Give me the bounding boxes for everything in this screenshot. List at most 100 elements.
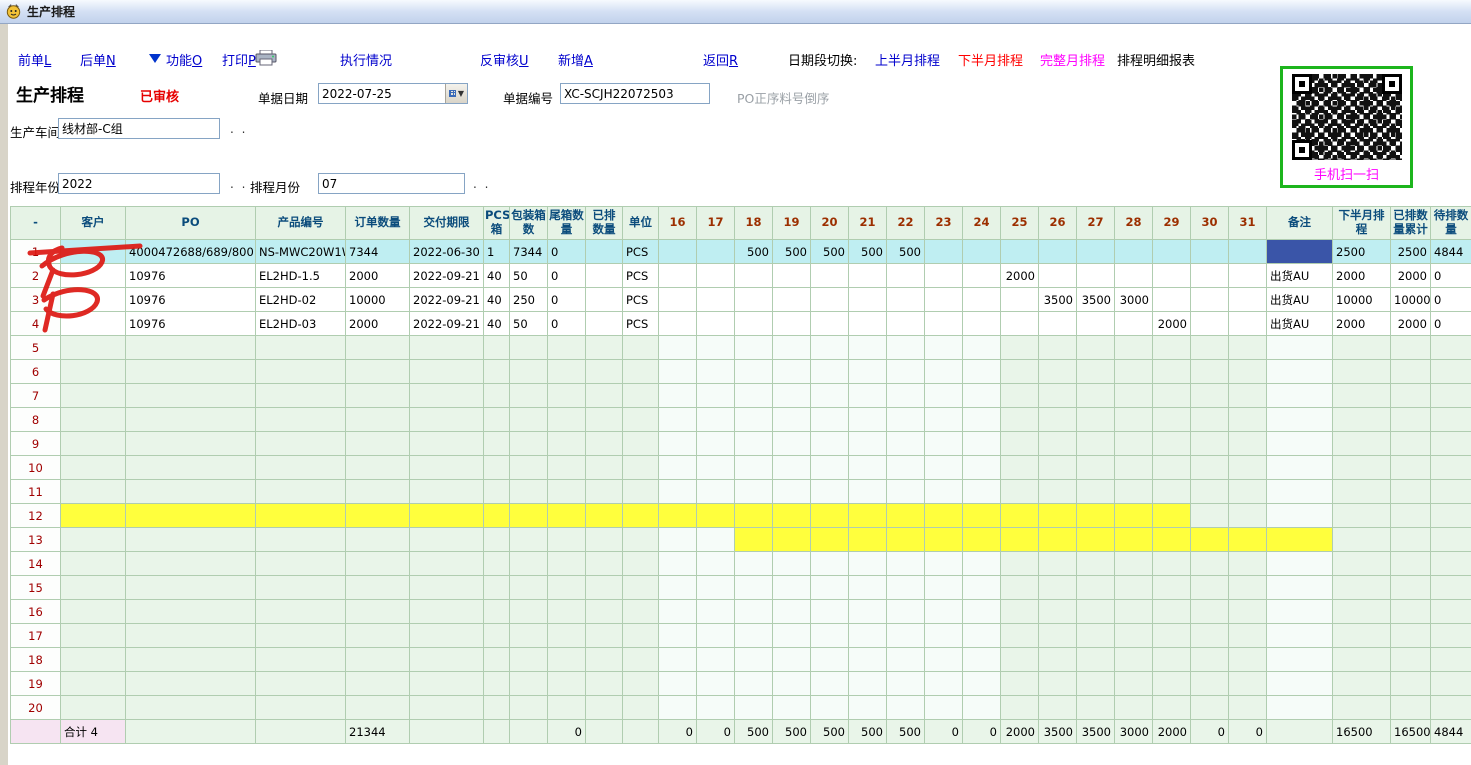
cell-second-half[interactable] (1333, 384, 1391, 408)
cell-pending[interactable] (1431, 432, 1471, 456)
cell-cumulative[interactable] (1391, 360, 1431, 384)
cell-po[interactable] (126, 528, 256, 552)
cell-day-26[interactable] (1039, 600, 1077, 624)
cell-pending[interactable] (1431, 600, 1471, 624)
cell-day-29[interactable] (1153, 336, 1191, 360)
cell-day-21[interactable] (849, 288, 887, 312)
cell-day-31[interactable] (1229, 360, 1267, 384)
cell-due-date[interactable] (410, 432, 484, 456)
cell-day-19[interactable] (773, 264, 811, 288)
cell-day-21[interactable] (849, 624, 887, 648)
cell-day-16[interactable] (659, 504, 697, 528)
cell-order-qty[interactable] (346, 672, 410, 696)
workshop-input[interactable]: 线材部-C组 (58, 118, 220, 139)
cell-day-26[interactable] (1039, 624, 1077, 648)
cell-unit[interactable] (623, 696, 659, 720)
cell-day-30[interactable] (1191, 552, 1229, 576)
cell-day-30[interactable] (1191, 528, 1229, 552)
cell-product[interactable] (256, 336, 346, 360)
cell-day-28[interactable] (1115, 360, 1153, 384)
cell-day-18[interactable] (735, 432, 773, 456)
cell-day-30[interactable] (1191, 648, 1229, 672)
cell-box-qty[interactable] (510, 480, 548, 504)
cell-customer[interactable] (61, 552, 126, 576)
cell-day-19[interactable] (773, 696, 811, 720)
cell-po[interactable] (126, 456, 256, 480)
cell-day-25[interactable] (1001, 576, 1039, 600)
cell-scheduled-qty[interactable] (586, 600, 623, 624)
cell-product[interactable] (256, 672, 346, 696)
cell-pending[interactable] (1431, 456, 1471, 480)
cell-day-25[interactable] (1001, 600, 1039, 624)
cell-tail-box-qty[interactable] (548, 336, 586, 360)
cell-product[interactable] (256, 552, 346, 576)
cell-day-19[interactable] (773, 672, 811, 696)
cell-day-27[interactable] (1077, 408, 1115, 432)
cell-day-25[interactable] (1001, 240, 1039, 264)
cell-day-21[interactable] (849, 480, 887, 504)
cell-day-17[interactable] (697, 288, 735, 312)
cell-day-17[interactable] (697, 336, 735, 360)
cell-second-half[interactable] (1333, 600, 1391, 624)
cell-day-20[interactable] (811, 312, 849, 336)
cell-remark[interactable] (1267, 600, 1333, 624)
cell-day-27[interactable] (1077, 552, 1115, 576)
cell-rownum[interactable]: 5 (11, 336, 61, 360)
cell-customer[interactable] (61, 480, 126, 504)
cell-second-half[interactable] (1333, 360, 1391, 384)
cell-order-qty[interactable] (346, 528, 410, 552)
cell-pending[interactable] (1431, 528, 1471, 552)
cell-pending[interactable] (1431, 672, 1471, 696)
cell-day-22[interactable] (887, 696, 925, 720)
period-second-half[interactable]: 下半月排程 (958, 50, 1023, 69)
cell-remark[interactable] (1267, 408, 1333, 432)
cell-day-31[interactable] (1229, 552, 1267, 576)
cell-scheduled-qty[interactable] (586, 360, 623, 384)
cell-day-24[interactable] (963, 480, 1001, 504)
cell-day-23[interactable] (925, 264, 963, 288)
cell-pending[interactable] (1431, 384, 1471, 408)
cell-day-28[interactable] (1115, 264, 1153, 288)
cell-day-27[interactable] (1077, 360, 1115, 384)
cell-day-18[interactable] (735, 648, 773, 672)
cell-day-22[interactable] (887, 264, 925, 288)
cell-day-16[interactable] (659, 312, 697, 336)
cell-day-25[interactable] (1001, 672, 1039, 696)
cell-day-22[interactable] (887, 480, 925, 504)
cell-order-qty[interactable] (346, 504, 410, 528)
cell-day-29[interactable] (1153, 480, 1191, 504)
cell-scheduled-qty[interactable] (586, 432, 623, 456)
cell-po[interactable]: 10976 (126, 312, 256, 336)
cell-day-17[interactable] (697, 672, 735, 696)
cell-day-29[interactable] (1153, 624, 1191, 648)
cell-pcs-per-box[interactable] (484, 696, 510, 720)
cell-cumulative[interactable] (1391, 336, 1431, 360)
cell-day-18[interactable] (735, 696, 773, 720)
cell-pcs-per-box[interactable] (484, 384, 510, 408)
cell-po[interactable] (126, 480, 256, 504)
cell-day-16[interactable] (659, 264, 697, 288)
cell-remark[interactable] (1267, 456, 1333, 480)
cell-cumulative[interactable] (1391, 672, 1431, 696)
cell-po[interactable]: 4000472688/689/800 (126, 240, 256, 264)
cell-due-date[interactable] (410, 576, 484, 600)
year-input[interactable]: 2022 (58, 173, 220, 194)
cell-day-27[interactable] (1077, 648, 1115, 672)
cell-product[interactable] (256, 528, 346, 552)
cell-remark[interactable] (1267, 432, 1333, 456)
cell-day-25[interactable] (1001, 624, 1039, 648)
cell-day-27[interactable] (1077, 336, 1115, 360)
cell-day-25[interactable] (1001, 504, 1039, 528)
cell-day-27[interactable] (1077, 528, 1115, 552)
cell-day-26[interactable] (1039, 504, 1077, 528)
cell-order-qty[interactable] (346, 696, 410, 720)
cell-second-half[interactable] (1333, 432, 1391, 456)
cell-day-16[interactable] (659, 648, 697, 672)
cell-day-30[interactable] (1191, 576, 1229, 600)
cell-rownum[interactable]: 17 (11, 624, 61, 648)
cell-day-21[interactable] (849, 600, 887, 624)
cell-customer[interactable] (61, 240, 126, 264)
cell-rownum[interactable]: 1 (11, 240, 61, 264)
cell-due-date[interactable] (410, 504, 484, 528)
cell-order-qty[interactable] (346, 624, 410, 648)
